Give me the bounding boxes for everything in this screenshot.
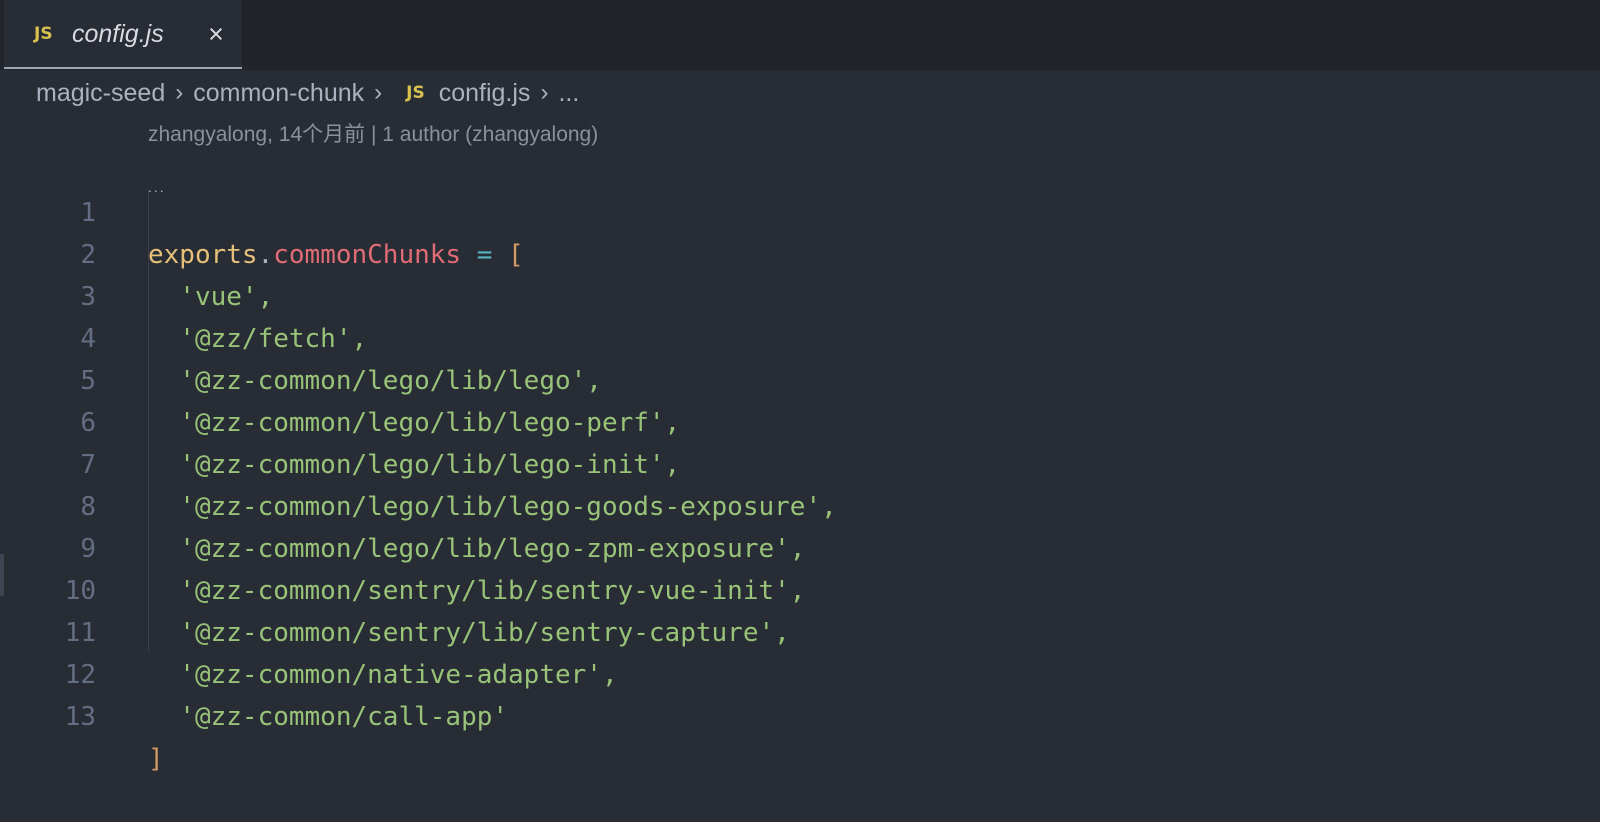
code-line: 4 '@zz-common/lego/lib/lego', <box>0 276 1600 396</box>
ellipsis-hint-icon: ... <box>148 179 166 195</box>
breadcrumb-item-magic-seed[interactable]: magic-seed <box>36 79 165 108</box>
breadcrumb-item-config-js[interactable]: config.js <box>439 79 531 108</box>
git-blame-annotation[interactable]: zhangyalong, 14个月前 | 1 author (zhangyalo… <box>148 118 598 148</box>
token-bracket: ] <box>148 744 164 774</box>
chevron-right-icon: › <box>374 79 383 106</box>
line-number: 13 <box>64 702 96 732</box>
code-line: 13 ] <box>0 654 1600 774</box>
code-line: 10 '@zz-common/sentry/lib/sentry-capture… <box>0 528 1600 648</box>
code-line: 3 '@zz/fetch', <box>0 234 1600 354</box>
close-icon[interactable]: × <box>204 21 228 48</box>
code-line: 7 '@zz-common/lego/lib/lego-goods-exposu… <box>0 402 1600 522</box>
code-line: 5 '@zz-common/lego/lib/lego-perf', <box>0 318 1600 438</box>
code-line: 11 '@zz-common/native-adapter', <box>0 570 1600 690</box>
breadcrumb-item-common-chunk[interactable]: common-chunk <box>193 79 364 108</box>
code-line: 9 '@zz-common/sentry/lib/sentry-vue-init… <box>0 486 1600 606</box>
code-string: '@zz-common/call-app' <box>148 702 509 732</box>
tab-config-js[interactable]: JS config.js × <box>4 0 242 69</box>
tab-bar: JS config.js × <box>0 0 1600 70</box>
code-line: 6 '@zz-common/lego/lib/lego-init', <box>0 360 1600 480</box>
js-file-icon: JS <box>34 24 53 44</box>
chevron-right-icon: › <box>175 79 184 106</box>
chevron-right-icon: › <box>540 79 549 106</box>
code-line: 1 exports.commonChunks = [ <box>0 150 1600 270</box>
tab-label: config.js <box>72 20 164 48</box>
js-file-icon: JS <box>406 83 425 103</box>
code-line: 12 '@zz-common/call-app' <box>0 612 1600 732</box>
code-line: 2 'vue', <box>0 192 1600 312</box>
breadcrumb: magic-seed › common-chunk › JS config.js… <box>36 74 579 112</box>
breadcrumb-item-more[interactable]: ... <box>558 79 579 108</box>
code-line: 8 '@zz-common/lego/lib/lego-zpm-exposure… <box>0 444 1600 564</box>
